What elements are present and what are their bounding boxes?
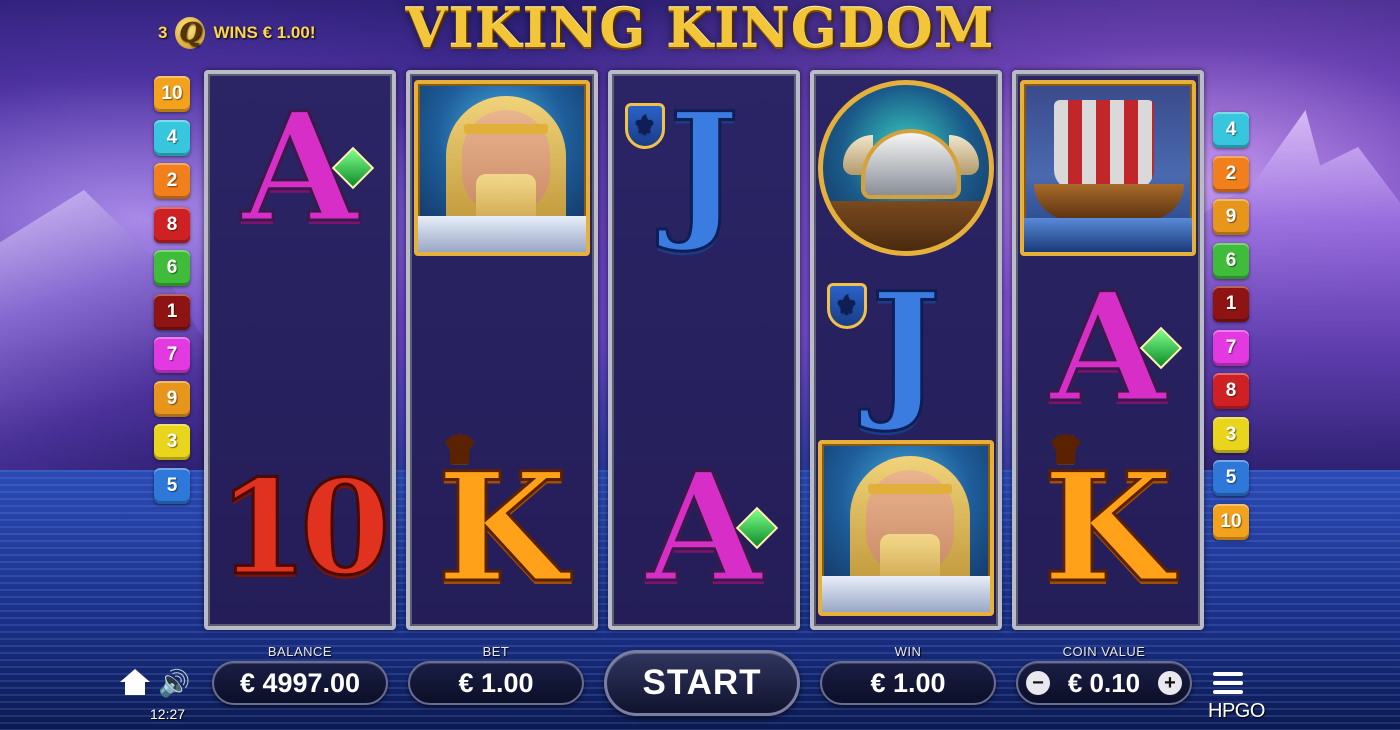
win-panel: WIN € 1.00 <box>820 640 996 730</box>
bet-panel: BET € 1.00 <box>408 640 584 730</box>
reel: K ♛ <box>406 70 598 630</box>
payline-indicator: 3 <box>154 424 190 460</box>
coin-value-panel: COIN VALUE − € 0.10 + <box>1016 640 1192 730</box>
reel-cell: K ♛ <box>1020 429 1196 616</box>
payline-indicator: 2 <box>1213 155 1249 192</box>
payline-indicator: 6 <box>154 250 190 286</box>
payline-indicators-left: 10 4 2 8 6 1 7 9 3 5 <box>154 76 190 504</box>
payline-indicator: 10 <box>154 76 190 112</box>
reel-cell: J ⚜ <box>818 260 994 436</box>
win-count: 3 <box>158 23 168 42</box>
shield-icon: ⚜ <box>624 103 665 149</box>
viking-portrait-symbol <box>414 80 590 256</box>
crown-icon: ♛ <box>1048 429 1083 471</box>
viking-ship-symbol <box>1020 80 1196 256</box>
payline-indicator: 1 <box>1213 286 1249 322</box>
start-button[interactable]: START <box>604 650 800 716</box>
jack-symbol: J ⚜ <box>826 272 943 425</box>
payline-indicator: 9 <box>154 380 190 417</box>
reel-cell <box>616 260 792 436</box>
reel-cell <box>414 80 590 256</box>
ace-symbol: A <box>644 452 779 605</box>
payline-indicator: 8 <box>1213 373 1249 409</box>
gem-icon <box>331 146 375 190</box>
payline-indicator: 8 <box>154 206 190 243</box>
payline-indicator: 5 <box>154 467 190 504</box>
coin-value: € 0.10 <box>1067 667 1141 698</box>
brand-logo: HPGO <box>1208 700 1265 722</box>
reel: A 10 <box>204 70 396 630</box>
reel: A K ♛ <box>1012 70 1204 630</box>
game-logo: VIKING KINGDOM <box>405 0 995 60</box>
crown-icon: ♛ <box>442 429 477 471</box>
payline-indicator: 7 <box>154 337 190 373</box>
viking-portrait-symbol <box>818 440 994 616</box>
payline-indicator: 3 <box>1213 416 1249 453</box>
reel-cell: 10 <box>212 440 392 616</box>
payline-indicator: 10 <box>1213 503 1249 540</box>
coin-increase-button[interactable]: + <box>1157 671 1182 695</box>
clock: 12:27 <box>150 706 186 722</box>
reel-cell: K ♛ <box>414 429 590 616</box>
reel-cell: A <box>616 440 792 616</box>
payline-indicator: 6 <box>1213 242 1249 279</box>
win-value: € 1.00 <box>820 661 996 705</box>
reel-cell <box>1020 80 1196 256</box>
win-message: 3 Q WINS € 1.00! <box>158 17 316 49</box>
reel-grid: A 10 K ♛ J ⚜ A J ⚜ A K ♛ <box>204 70 1204 630</box>
ten-symbol: 10 <box>216 451 392 604</box>
jack-symbol: J ⚜ <box>624 92 741 245</box>
payline-indicators-right: 4 2 9 6 1 7 8 3 5 10 <box>1213 112 1249 540</box>
speaker-icon[interactable]: 🔊 <box>158 668 192 698</box>
payline-indicator: 9 <box>1213 199 1249 235</box>
reel-cell: A <box>212 80 388 256</box>
q-symbol-icon: Q <box>175 17 206 49</box>
balance-label: BALANCE <box>267 644 333 659</box>
payline-indicator: 1 <box>154 293 190 330</box>
payline-indicator: 2 <box>154 163 190 199</box>
coin-value-control: − € 0.10 + <box>1016 661 1192 705</box>
payline-indicator: 4 <box>1213 112 1249 148</box>
king-symbol: K ♛ <box>435 429 568 616</box>
balance-panel: BALANCE € 4997.00 <box>212 640 388 730</box>
coin-decrease-button[interactable]: − <box>1026 671 1050 695</box>
reel-cell <box>414 260 590 436</box>
balance-value: € 4997.00 <box>212 661 388 705</box>
viking-helmet-symbol <box>818 80 994 256</box>
reel: J ⚜ <box>810 70 1002 630</box>
payline-indicator: 7 <box>1213 329 1249 366</box>
payline-indicator: 4 <box>154 119 190 156</box>
reel-cell: J ⚜ <box>616 80 792 256</box>
reel-cell <box>818 440 994 616</box>
win-label: WIN <box>894 644 922 659</box>
gem-icon <box>1139 326 1183 370</box>
bet-label: BET <box>482 644 510 659</box>
reel-cell <box>212 260 388 436</box>
ace-symbol: A <box>240 92 375 245</box>
menu-icon[interactable] <box>1213 672 1243 694</box>
gem-icon <box>735 506 779 550</box>
reel-cell: A <box>1020 260 1196 436</box>
home-icon[interactable] <box>120 669 150 697</box>
ace-symbol: A <box>1048 272 1183 425</box>
bet-button[interactable]: € 1.00 <box>408 661 584 705</box>
reel: J ⚜ A <box>608 70 800 630</box>
win-text: WINS € 1.00! <box>213 23 316 42</box>
payline-indicator: 5 <box>1213 460 1249 496</box>
coin-value-label: COIN VALUE <box>1062 644 1146 659</box>
reel-cell <box>818 80 994 256</box>
king-symbol: K ♛ <box>1041 429 1174 616</box>
shield-icon: ⚜ <box>826 283 867 329</box>
